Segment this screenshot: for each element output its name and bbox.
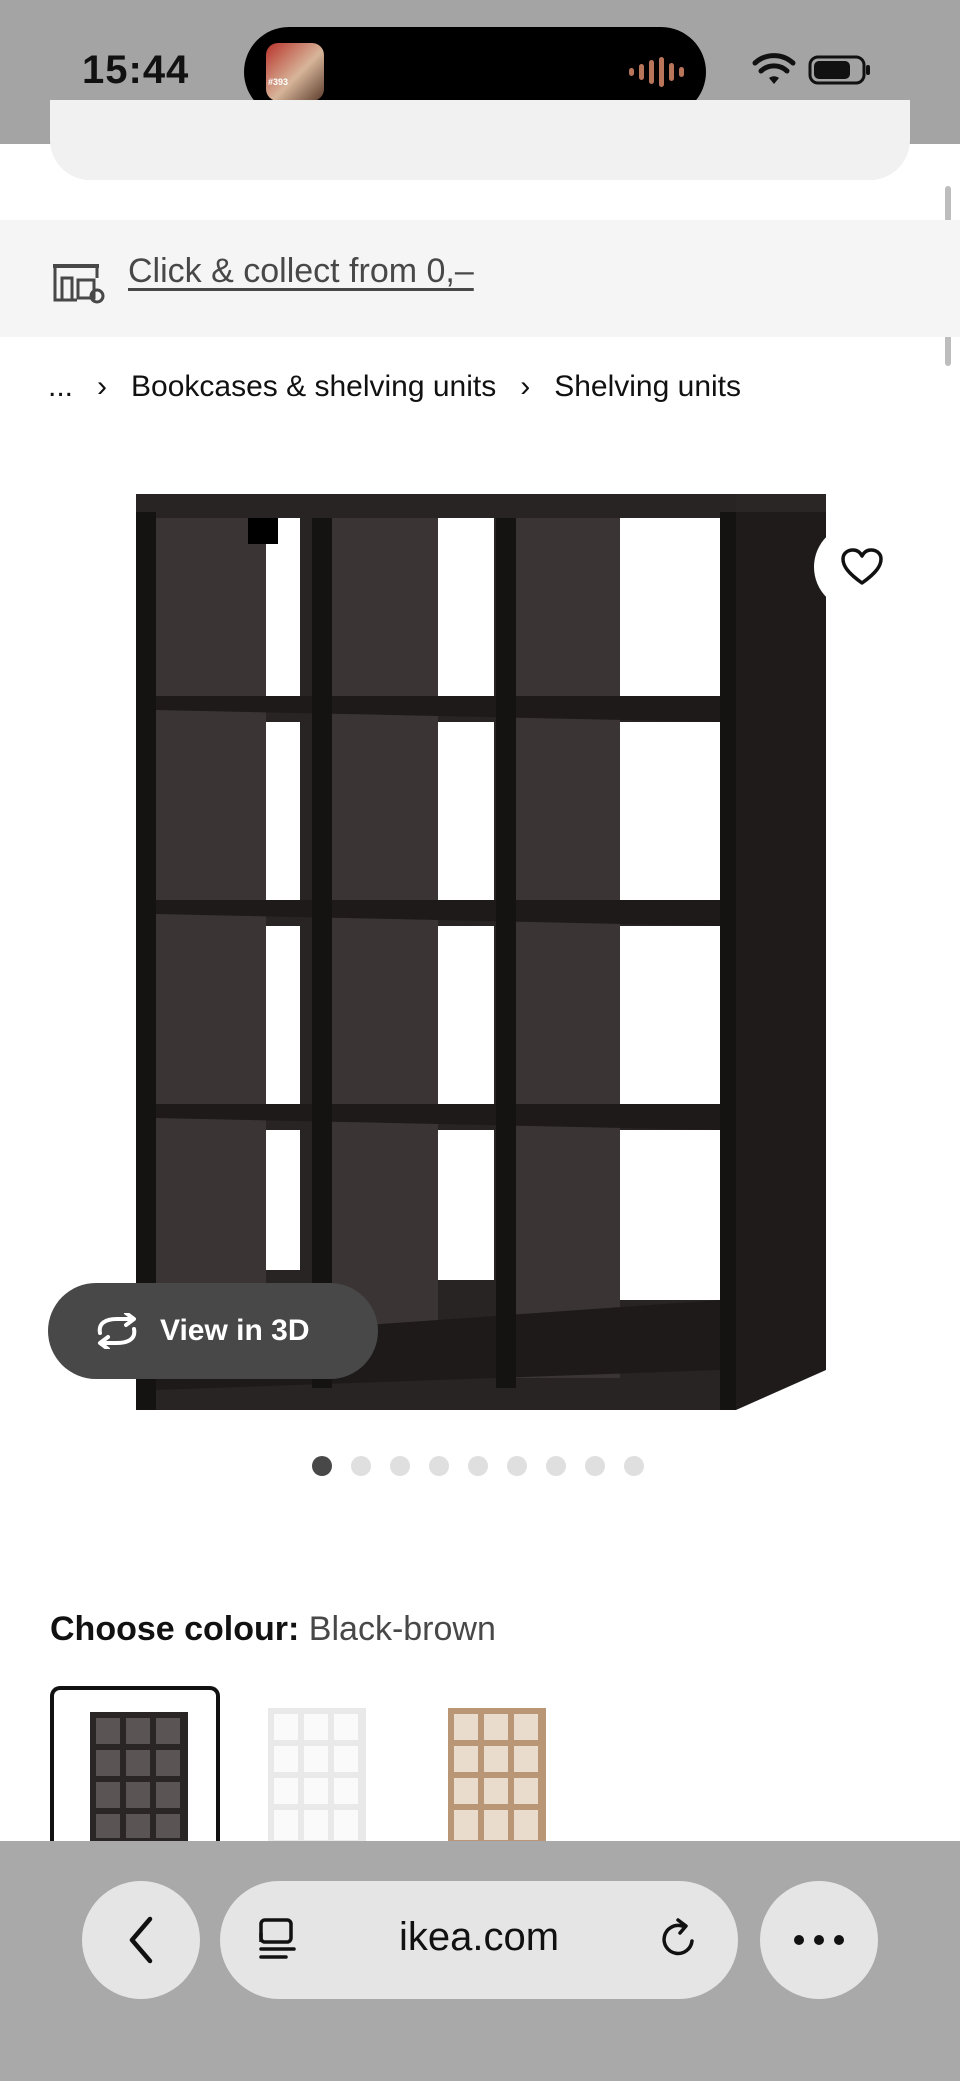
colour-option-black-brown[interactable]	[50, 1686, 220, 1846]
carousel-dot[interactable]	[585, 1456, 605, 1476]
breadcrumb-item-bookcases[interactable]: Bookcases & shelving units	[131, 370, 496, 404]
colour-heading-label: Choose colour:	[50, 1610, 300, 1648]
view-in-3d-label: View in 3D	[160, 1314, 310, 1347]
battery-icon	[808, 55, 870, 85]
audio-waveform-icon	[629, 57, 684, 87]
colour-option-oak-effect[interactable]	[412, 1686, 582, 1846]
carousel-dot[interactable]	[429, 1456, 449, 1476]
carousel-dot[interactable]	[468, 1456, 488, 1476]
more-options-button[interactable]	[760, 1881, 878, 1999]
carousel-dot[interactable]	[546, 1456, 566, 1476]
carousel-dot[interactable]	[390, 1456, 410, 1476]
now-playing-thumbnail[interactable]: #393	[266, 43, 324, 101]
back-button[interactable]	[82, 1881, 200, 1999]
breadcrumb-ellipsis[interactable]: ...	[48, 370, 73, 404]
chevron-right-icon: ›	[97, 370, 108, 403]
shelf-thumbnail-black-brown	[90, 1712, 188, 1842]
click-collect-link[interactable]: Click & collect from 0,–	[128, 252, 474, 291]
wifi-icon	[752, 53, 796, 84]
carousel-dot[interactable]	[507, 1456, 527, 1476]
ellipsis-icon	[794, 1935, 844, 1945]
view-in-3d-button[interactable]: View in 3D	[48, 1283, 378, 1379]
heart-icon	[841, 548, 883, 585]
carousel-dot[interactable]	[351, 1456, 371, 1476]
search-bar[interactable]	[50, 100, 910, 180]
rotate-3d-icon	[97, 1313, 137, 1349]
reload-icon[interactable]	[656, 1917, 700, 1961]
image-carousel-dots[interactable]	[312, 1456, 644, 1476]
breadcrumb-item-shelving-units[interactable]: Shelving units	[554, 370, 741, 404]
thumbnail-text: #393	[268, 77, 289, 87]
colour-option-white[interactable]	[232, 1686, 402, 1846]
status-time: 15:44	[82, 48, 190, 92]
shelf-thumbnail-oak-effect	[448, 1708, 546, 1846]
address-bar[interactable]: ikea.com	[220, 1881, 738, 1999]
carousel-dot[interactable]	[624, 1456, 644, 1476]
chevron-right-icon: ›	[520, 370, 531, 403]
carousel-dot[interactable]	[312, 1456, 332, 1476]
colour-selected-value: Black-brown	[308, 1610, 496, 1648]
colour-heading: Choose colour: Black-brown	[50, 1610, 496, 1649]
favourite-button[interactable]	[814, 524, 910, 610]
breadcrumb: ... › Bookcases & shelving units › Shelv…	[48, 370, 741, 404]
chevron-left-icon	[129, 1916, 153, 1964]
store-pickup-icon	[53, 264, 105, 304]
shelf-thumbnail-white	[268, 1708, 366, 1846]
